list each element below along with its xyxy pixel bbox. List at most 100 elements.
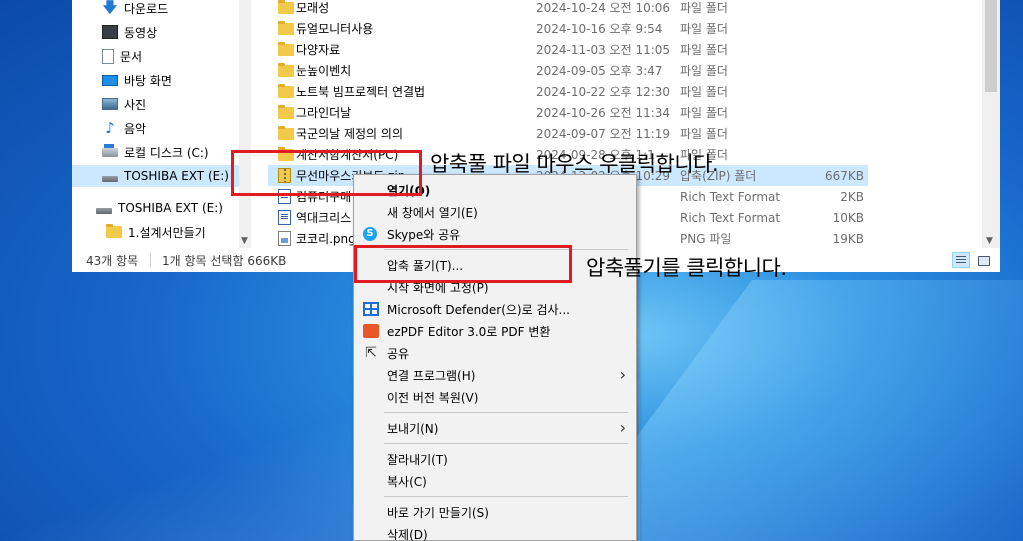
file-row[interactable]: 듀얼모니터사용 2024-10-16 오후 9:54 파일 폴더 (268, 18, 868, 39)
file-row[interactable]: 노트북 빔프로젝터 연결법 2024-10-22 오후 12:30 파일 폴더 (268, 81, 868, 102)
scroll-down-arrow-icon[interactable]: ▼ (241, 236, 248, 246)
menu-item-label: 복사(C) (387, 474, 427, 489)
file-type: Rich Text Format (680, 210, 781, 225)
details-view-icon[interactable] (952, 252, 970, 268)
nav-item[interactable]: 사진 (102, 93, 146, 115)
desktop-icon (102, 74, 118, 86)
nav-item[interactable]: 동영상 (102, 21, 157, 43)
file-date: 2024-11-03 오전 11:05 (536, 43, 671, 57)
annotation-step1-text: 압축풀 파일 마우스 우클릭합니다. (430, 152, 719, 176)
file-row[interactable]: 눈높이벤치 2024-09-05 오후 3:47 파일 폴더 (268, 60, 868, 81)
file-row[interactable]: 그라인더날 2024-10-26 오전 11:34 파일 폴더 (268, 102, 868, 123)
folder-icon (278, 20, 294, 35)
file-row[interactable]: 국군의날 제정의 의의 2024-09-07 오전 11:19 파일 폴더 (268, 123, 868, 144)
file-row[interactable]: 모래성 2024-10-24 오전 10:06 파일 폴더 (268, 0, 868, 18)
selection-info: 1개 항목 선택함 666KB (162, 253, 287, 268)
file-size: 19KB (832, 231, 864, 246)
file-date: 2024-10-24 오전 10:06 (536, 1, 671, 15)
file-type: PNG 파일 (680, 232, 732, 246)
file-name: 듀얼모니터사용 (296, 22, 374, 36)
menu-item[interactable]: 새 창에서 열기(E) (354, 201, 636, 223)
folder-icon (278, 0, 294, 14)
file-date: 2024-10-26 오전 11:34 (536, 106, 671, 120)
music-icon: ♪ (105, 119, 115, 137)
file-date: 2024-10-16 오후 9:54 (536, 22, 663, 36)
scrollbar-thumb[interactable] (985, 0, 997, 92)
file-size: 2KB (840, 189, 864, 204)
navigation-pane: 🡇 다운로드동영상문서바탕 화면사진 ♪ 음악로컬 디스크 (C:) TOSHIBA E… (72, 0, 246, 248)
nav-item[interactable]: 1.설계서만들기 (106, 221, 206, 243)
menu-item[interactable]: 연결 프로그램(H) › (354, 364, 636, 386)
annotation-box-extract (354, 245, 572, 283)
file-size: 667KB (824, 168, 864, 183)
nav-item-label: 바탕 화면 (124, 73, 172, 88)
annotation-box-file (231, 150, 422, 196)
defender-icon (363, 302, 379, 316)
menu-item[interactable]: 잘라내기(T) (354, 448, 636, 470)
drive-icon (102, 175, 118, 182)
file-type: 파일 폴더 (680, 1, 728, 15)
item-count: 43개 항목 (86, 253, 139, 268)
menu-item[interactable]: ⇱ 공유 (354, 342, 636, 364)
nav-item-label: 로컬 디스크 (C:) (124, 145, 209, 160)
menu-item[interactable]: S Skype와 공유 (354, 223, 636, 245)
menu-item-label: 바로 가기 만들기(S) (387, 505, 489, 520)
share-icon: ⇱ (365, 345, 377, 361)
folder-icon (278, 83, 294, 98)
menu-item-label: 새 창에서 열기(E) (387, 205, 478, 220)
large-icons-view-icon[interactable] (974, 252, 992, 268)
pictures-icon (102, 98, 118, 110)
menu-item-label: Skype와 공유 (387, 227, 461, 242)
file-row[interactable]: 다양자료 2024-11-03 오전 11:05 파일 폴더 (268, 39, 868, 60)
menu-item[interactable]: 이전 버전 복원(V) (354, 386, 636, 408)
menu-item-label: 이전 버전 복원(V) (387, 390, 479, 405)
menu-item-label: Microsoft Defender(으)로 검사... (387, 302, 570, 317)
local-disk-icon (102, 143, 118, 157)
nav-item[interactable]: 🡇 다운로드 (102, 0, 168, 19)
nav-item[interactable]: 로컬 디스크 (C:) (102, 141, 209, 163)
file-name: 눈높이벤치 (296, 64, 352, 78)
menu-item-label: 보내기(N) (387, 421, 439, 436)
folder-icon (278, 41, 294, 56)
scroll-down-arrow-icon[interactable]: ▼ (986, 236, 993, 246)
video-icon (102, 25, 118, 39)
file-name: 다양자료 (296, 43, 341, 57)
file-name: 그라인더날 (296, 106, 352, 120)
ezpdf-icon (363, 324, 379, 338)
menu-item[interactable]: Microsoft Defender(으)로 검사... (354, 298, 636, 320)
nav-item[interactable]: ♪ 음악 (102, 117, 146, 139)
skype-icon: S (363, 227, 377, 241)
download-arrow-icon: 🡇 (102, 0, 118, 16)
file-type: 파일 폴더 (680, 85, 728, 99)
file-name: 모래성 (296, 1, 330, 15)
nav-pane-scrollbar[interactable]: ▼ (239, 0, 251, 248)
menu-item-label: 잘라내기(T) (387, 452, 448, 467)
submenu-arrow-icon: › (619, 365, 626, 384)
file-date: 2024-10-22 오후 12:30 (536, 85, 671, 99)
menu-item[interactable]: 복사(C) (354, 470, 636, 492)
menu-item[interactable]: 바로 가기 만들기(S) (354, 501, 636, 523)
file-name: 노트북 빔프로젝터 연결법 (296, 85, 426, 99)
menu-item[interactable]: 삭제(D) (354, 523, 636, 541)
nav-item[interactable]: 문서 (102, 45, 142, 67)
file-name: 국군의날 제정의 의의 (296, 127, 403, 141)
file-type: Rich Text Format (680, 189, 781, 204)
context-menu: 열기(O) 새 창에서 열기(E) S Skype와 공유 압축 풀기(T)... 시작 … (353, 174, 637, 541)
file-date: 2024-09-07 오전 11:19 (536, 127, 671, 141)
menu-item-label: 공유 (387, 346, 410, 361)
menu-item[interactable]: ezPDF Editor 3.0로 PDF 변환 (354, 320, 636, 342)
menu-separator (384, 496, 628, 497)
menu-separator (384, 443, 628, 444)
nav-item-label: 문서 (120, 49, 143, 64)
nav-item[interactable]: 바탕 화면 (102, 69, 172, 91)
nav-item-label: 음악 (124, 121, 147, 136)
folder-icon (278, 104, 294, 119)
file-date: 2024-09-05 오후 3:47 (536, 64, 663, 78)
menu-item-label: ezPDF Editor 3.0로 PDF 변환 (387, 324, 551, 339)
menu-item[interactable]: 보내기(N) › (354, 417, 636, 439)
nav-item[interactable]: TOSHIBA EXT (E:) (72, 165, 239, 187)
menu-item-label: 연결 프로그램(H) (387, 368, 476, 383)
nav-item[interactable]: TOSHIBA EXT (E:) (96, 197, 223, 219)
drive-icon (96, 207, 112, 214)
file-list-scrollbar[interactable]: ▼ (982, 0, 1000, 248)
